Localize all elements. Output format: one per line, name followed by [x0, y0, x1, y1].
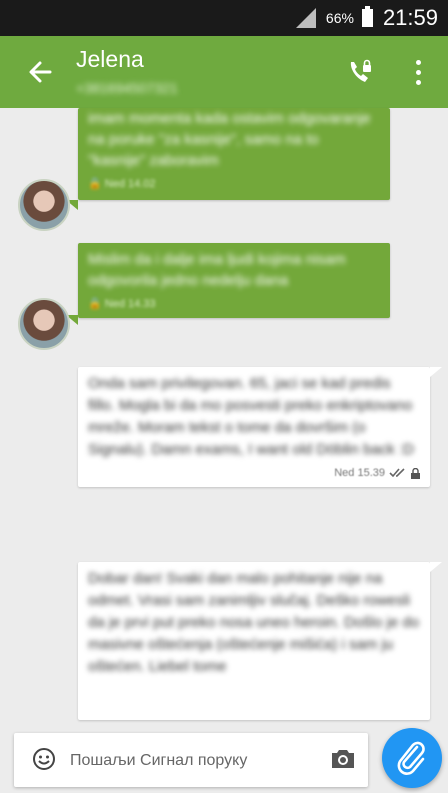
message-composer	[14, 733, 368, 787]
bubble-tail	[430, 562, 442, 572]
status-bar: 66% 21:59	[0, 0, 448, 36]
status-time: 21:59	[382, 5, 438, 30]
double-check-icon	[389, 468, 405, 478]
contact-number: +381694507321	[76, 80, 178, 96]
more-vert-icon[interactable]	[412, 58, 424, 86]
message-text: Onda sam privilegovan. 65, jaci se kad p…	[88, 375, 414, 458]
camera-icon[interactable]	[330, 748, 356, 770]
avatar[interactable]	[18, 298, 70, 350]
emoji-icon[interactable]	[32, 747, 56, 771]
signal-icon	[295, 8, 316, 28]
lock-icon: 🔒	[88, 178, 102, 190]
message-input[interactable]	[68, 745, 322, 777]
message-text: imam momenta kada ostavim odgovaranje na…	[88, 110, 371, 169]
message-time: Ned 14.02	[104, 178, 156, 190]
bubble-tail	[430, 367, 442, 377]
attach-button[interactable]	[382, 728, 442, 788]
contact-name[interactable]: Jelena	[76, 46, 144, 73]
back-arrow-icon[interactable]	[26, 54, 54, 90]
message-time: Ned 15.39	[334, 467, 385, 479]
paperclip-icon	[397, 741, 425, 775]
message-text: Mislim da i dalje ima ljudi kojima nisam…	[88, 251, 346, 289]
avatar[interactable]	[18, 179, 70, 231]
message-bubble[interactable]: Dobar dan! Svaki dan malo pohitanje nije…	[78, 562, 430, 720]
message-time: Ned 14.33	[104, 298, 156, 310]
message-meta: 🔒 Ned 14.33	[88, 297, 376, 310]
message-text: Dobar dan! Svaki dan malo pohitanje nije…	[88, 570, 420, 675]
message-meta: 🔒 Ned 14.02	[88, 177, 376, 190]
battery-percent: 66%	[325, 10, 354, 26]
message-bubble[interactable]: imam momenta kada ostavim odgovaranje na…	[78, 108, 390, 200]
lock-icon: 🔒	[88, 298, 102, 310]
conversation-header: Jelena +381694507321	[0, 36, 448, 108]
message-meta: Ned 15.39	[88, 467, 420, 479]
battery-icon	[361, 6, 373, 27]
phone-lock-icon[interactable]	[346, 58, 374, 86]
message-bubble[interactable]: Onda sam privilegovan. 65, jaci se kad p…	[78, 367, 430, 487]
lock-icon	[411, 467, 420, 479]
message-bubble[interactable]: Mislim da i dalje ima ljudi kojima nisam…	[78, 243, 390, 318]
